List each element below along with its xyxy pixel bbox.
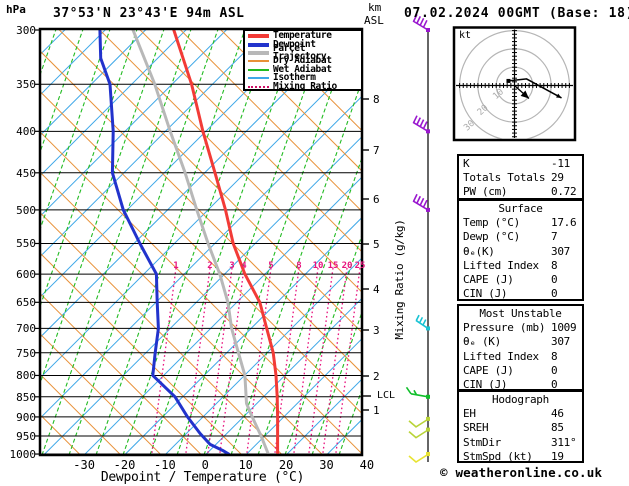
wind-barb xyxy=(408,452,430,464)
mixing-ratio-line xyxy=(207,267,233,454)
chart-graphic xyxy=(419,17,425,26)
dry-adiabat-line xyxy=(58,30,361,333)
wet-adiabat-line xyxy=(0,29,29,455)
chart-graphic xyxy=(415,314,420,321)
wet-adiabat-line xyxy=(41,30,57,74)
chart-graphic xyxy=(412,193,418,202)
hodograph-trace-start xyxy=(506,78,511,83)
chart-graphic xyxy=(408,429,428,439)
chart-graphic xyxy=(418,316,424,324)
chart-graphic xyxy=(412,115,418,124)
dry-adiabat-line xyxy=(41,51,361,373)
chart-graphic xyxy=(422,199,428,208)
skewt-plot-svg: 102030 xyxy=(0,14,577,464)
isotherm-line xyxy=(0,29,25,455)
wind-barb xyxy=(408,416,430,428)
isotherm-line xyxy=(84,177,361,454)
chart-graphic xyxy=(416,195,422,204)
chart-graphic xyxy=(422,319,427,326)
dry-adiabat-line xyxy=(41,253,242,454)
isotherm-line xyxy=(43,136,361,454)
chart-graphic xyxy=(410,393,429,398)
isotherm-line xyxy=(41,30,66,55)
wind-barb xyxy=(405,386,430,399)
chart-graphic xyxy=(416,117,422,126)
chart-graphic xyxy=(412,14,418,22)
wet-adiabat-line xyxy=(68,30,219,454)
chart-graphic xyxy=(419,119,425,127)
dry-adiabat-line xyxy=(41,172,323,454)
wind-barb xyxy=(412,14,430,32)
isotherm-line xyxy=(41,30,308,297)
wind-barb xyxy=(408,427,430,439)
isotherm-line xyxy=(41,30,106,95)
wet-adiabat-line xyxy=(257,159,361,454)
isotherm-line xyxy=(41,30,147,136)
parcel-trajectory-curve xyxy=(131,30,270,454)
chart-graphic xyxy=(422,19,428,28)
chart-graphic xyxy=(415,319,429,330)
skewt-sounding-page: 10 20 30 hPa 37°53'N 23°43'E 94m ASL km AS… xyxy=(0,0,629,486)
wet-adiabat-line xyxy=(41,30,165,383)
chart-graphic xyxy=(416,15,422,24)
chart-graphic xyxy=(405,386,412,395)
dry-adiabat-line xyxy=(0,29,40,455)
mixing-ratio-line xyxy=(308,267,334,454)
wet-adiabat-line xyxy=(230,81,361,454)
wet-adiabat-line xyxy=(284,236,361,454)
chart-graphic xyxy=(408,419,428,428)
dry-adiabat-line xyxy=(41,293,202,454)
chart-graphic xyxy=(419,197,425,206)
wet-adiabat-line xyxy=(122,30,273,454)
isotherm-line xyxy=(41,30,349,338)
chart-graphic xyxy=(422,121,428,129)
hodograph: 102030 xyxy=(452,26,577,142)
wet-adiabat-line xyxy=(311,313,361,454)
dewpoint-curve xyxy=(98,30,231,454)
chart-graphic xyxy=(408,454,428,464)
wet-adiabat-line xyxy=(176,30,327,454)
